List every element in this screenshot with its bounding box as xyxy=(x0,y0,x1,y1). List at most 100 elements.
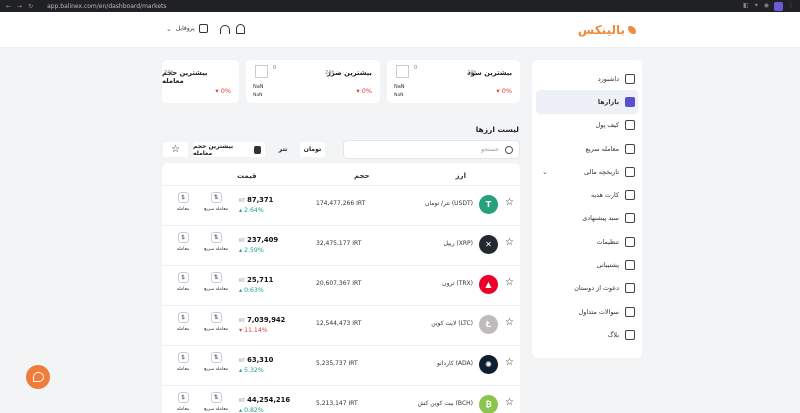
table-row[interactable]: ☆ ▲ ترون (TRX) 20,607,367 IRT IRT 25,711 ▴ 0.6… xyxy=(162,265,520,305)
coin-volume: 5,213,147 IRT xyxy=(316,400,358,407)
trade-icon: $ xyxy=(177,192,189,203)
address-bar[interactable]: app.balinex.com/en/dashboard/markets xyxy=(47,3,166,10)
sidebar-item[interactable]: بلاگ xyxy=(532,323,642,346)
browser-profile-icon[interactable] xyxy=(774,1,783,11)
column-header-coin: ارز xyxy=(455,172,466,180)
sidebar-item[interactable]: کیف پول xyxy=(532,114,642,137)
card-period: 24h xyxy=(164,70,174,76)
search-placeholder: جستجو xyxy=(481,146,499,153)
star-icon[interactable]: ☆ xyxy=(505,277,514,288)
chart-icon xyxy=(625,96,635,107)
trade-button[interactable]: $ معامله xyxy=(171,272,195,292)
table-row[interactable]: ☆ Ł لایت کوین (LTC) 12,544,473 IRT IRT 7,039,… xyxy=(162,305,520,345)
coin-placeholder-icon xyxy=(255,65,268,78)
coin-name: ریپل (XRP) xyxy=(443,240,473,247)
profile-label: پروفایل xyxy=(175,25,195,32)
sidebar-item[interactable]: معامله سریع xyxy=(532,137,642,160)
support-icon xyxy=(625,260,635,271)
sidebar-item[interactable]: پشتیبانی xyxy=(532,253,642,276)
settings-icon xyxy=(625,236,635,247)
top-gainer-card[interactable]: بیشترین سود 24h 0 NaN NaN ▾ 0% xyxy=(387,60,520,103)
table-row[interactable]: ☆ T تتر/ تومان (USDT) 174,477,266 IRT IRT 87,… xyxy=(162,185,520,225)
star-icon[interactable]: ☆ xyxy=(505,357,514,368)
extension-icon[interactable]: ◉ xyxy=(764,2,769,11)
chevron-down-icon[interactable]: ⌄ xyxy=(542,168,548,176)
chat-button[interactable] xyxy=(26,365,50,389)
coin-volume: 12,544,473 IRT xyxy=(316,320,362,327)
sidebar-item-label: سبد پیشنهادی xyxy=(582,214,619,223)
search-input[interactable]: جستجو xyxy=(343,140,520,159)
coin-price: IRT 7,039,942 xyxy=(239,316,286,324)
sidebar-item[interactable]: کارت هدیه xyxy=(532,183,642,206)
favorites-filter-button[interactable]: ☆ xyxy=(163,142,188,157)
logo[interactable]: بالینکس xyxy=(578,23,636,37)
sidebar-item-label: معامله سریع xyxy=(585,144,619,153)
swap-icon: ⇅ xyxy=(210,352,222,363)
card-coin-sub: NaN xyxy=(394,93,404,98)
sidebar: داشبورد بازارها کیف پول معامله سریع تاریخچه … xyxy=(532,60,642,358)
currency-list-title: لیست ارزها xyxy=(475,125,519,134)
swap-icon: ⇅ xyxy=(210,232,222,243)
extension-icon[interactable]: ◧ xyxy=(743,2,749,11)
sidebar-item[interactable]: سوالات متداول xyxy=(532,300,642,323)
bell-icon[interactable] xyxy=(236,24,245,34)
gift-icon xyxy=(625,190,635,201)
trade-button[interactable]: $ معامله xyxy=(171,192,195,212)
column-header-volume: حجم xyxy=(354,172,370,180)
sidebar-item[interactable]: تاریخچه مالی ⌄ xyxy=(532,160,642,183)
trade-icon: $ xyxy=(177,392,189,403)
sidebar-item-label: تاریخچه مالی xyxy=(584,167,619,176)
coin-change: ▴ 5.32% xyxy=(239,367,264,374)
card-period: 24h xyxy=(325,70,335,76)
basket-icon xyxy=(625,213,635,224)
profile-button[interactable]: ⌄ پروفایل xyxy=(166,24,208,33)
trade-button[interactable]: $ معامله xyxy=(171,232,195,252)
extension-icon[interactable]: ✦ xyxy=(754,2,759,11)
menu-icon[interactable]: ⋮ xyxy=(788,2,794,11)
back-icon[interactable]: ← xyxy=(6,3,11,10)
star-icon[interactable]: ☆ xyxy=(505,237,514,248)
tab-tether[interactable]: تتر xyxy=(276,142,290,157)
star-icon[interactable]: ☆ xyxy=(505,197,514,208)
sidebar-item-label: داشبورد xyxy=(597,74,619,83)
headset-icon[interactable] xyxy=(220,25,230,34)
sort-label: بیشترین حجم معامله xyxy=(193,142,234,157)
trade-icon: $ xyxy=(177,272,189,283)
sidebar-item[interactable]: سبد پیشنهادی xyxy=(532,207,642,230)
sort-dropdown[interactable]: بیشترین حجم معامله xyxy=(193,142,265,157)
top-volume-card[interactable]: بیشترین حجم معامله 24h ▾ 0% xyxy=(162,60,239,103)
sidebar-item[interactable]: تنظیمات xyxy=(532,230,642,253)
quick-trade-button[interactable]: ⇅ معامله سریع xyxy=(204,312,228,332)
sidebar-item[interactable]: داشبورد xyxy=(532,67,642,90)
sidebar-item[interactable]: بازارها xyxy=(536,90,638,114)
coin-change: ▴ 2.59% xyxy=(239,247,264,254)
table-row[interactable]: ☆ ✕ ریپل (XRP) 32,475,177 IRT IRT 237,409 ▴ 2.… xyxy=(162,225,520,265)
forward-icon[interactable]: → xyxy=(17,3,22,10)
coin-price: IRT 63,310 xyxy=(239,356,274,364)
quick-trade-button[interactable]: ⇅ معامله سریع xyxy=(204,232,228,252)
quick-trade-button[interactable]: ⇅ معامله سریع xyxy=(204,392,228,412)
coin-volume: 32,475,177 IRT xyxy=(316,240,362,247)
search-icon xyxy=(505,146,513,154)
logo-mark-icon xyxy=(628,26,636,34)
trade-button[interactable]: $ معامله xyxy=(171,392,195,412)
table-row[interactable]: ☆ ₿ بیت کوین کش (BCH) 5,213,147 IRT IRT 44,25… xyxy=(162,385,520,413)
table-row[interactable]: ☆ ✺ کاردانو (ADA) 5,235,737 IRT IRT 63,310 ▴ 5… xyxy=(162,345,520,385)
top-loser-card[interactable]: بیشترین ضرر 24h 0 NaN NaN ▾ 0% xyxy=(246,60,380,103)
quick-trade-button[interactable]: ⇅ معامله سریع xyxy=(204,352,228,372)
quick-trade-button[interactable]: ⇅ معامله سریع xyxy=(204,192,228,212)
reload-icon[interactable]: ↻ xyxy=(28,3,33,10)
sidebar-item-label: سوالات متداول xyxy=(578,307,619,316)
chat-icon xyxy=(32,372,44,382)
star-icon[interactable]: ☆ xyxy=(505,397,514,408)
browser-extensions: ◧ ✦ ◉ ⋮ xyxy=(743,1,800,11)
star-icon[interactable]: ☆ xyxy=(505,317,514,328)
coin-price: IRT 237,409 xyxy=(239,236,279,244)
swap-icon: ⇅ xyxy=(210,392,222,403)
history-icon xyxy=(625,166,635,177)
sidebar-item[interactable]: دعوت از دوستان xyxy=(532,277,642,300)
trade-button[interactable]: $ معامله xyxy=(171,352,195,372)
quick-trade-button[interactable]: ⇅ معامله سریع xyxy=(204,272,228,292)
trade-button[interactable]: $ معامله xyxy=(171,312,195,332)
tab-toman[interactable]: تومان xyxy=(300,142,325,157)
